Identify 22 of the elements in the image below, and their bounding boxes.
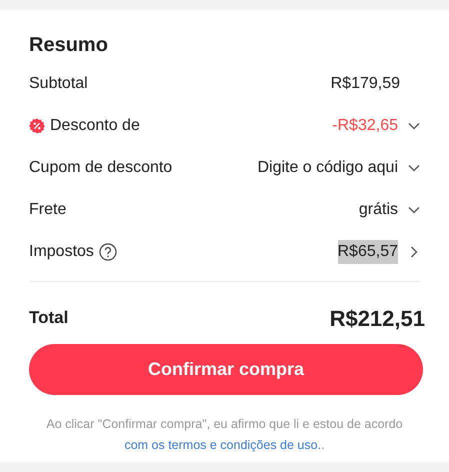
row-label: Frete (29, 200, 66, 220)
summary-title: Resumo (29, 33, 109, 58)
confirm-button[interactable]: Confirmar compra (29, 344, 423, 395)
row-value: Digite o código aqui (257, 158, 398, 178)
row-value: R$65,57 (338, 240, 398, 264)
total-label: Total (29, 307, 68, 330)
row-label: Impostos (29, 242, 94, 262)
terms-notice: Ao clicar "Confirmar compra", eu afirmo que li e estou de acordo com os termos e condições de uso.. (45, 416, 404, 454)
terms-link[interactable]: com os termos e condições de uso. (124, 438, 322, 452)
help-icon[interactable] (98, 243, 117, 261)
row-label: Subtotal (29, 74, 88, 94)
discount-badge-icon (29, 118, 45, 134)
chevron-right-icon[interactable] (410, 246, 418, 258)
row-label: Cupom de desconto (29, 158, 172, 178)
row-label: Desconto de (50, 116, 140, 136)
total-value: R$212,51 (330, 304, 425, 332)
chevron-down-icon[interactable] (408, 164, 420, 172)
row-value: R$179,59 (330, 74, 400, 94)
chevron-down-icon[interactable] (408, 206, 420, 214)
row-value: grátis (358, 200, 398, 220)
chevron-down-icon[interactable] (408, 122, 420, 130)
row-value: -R$32,65 (332, 116, 398, 136)
